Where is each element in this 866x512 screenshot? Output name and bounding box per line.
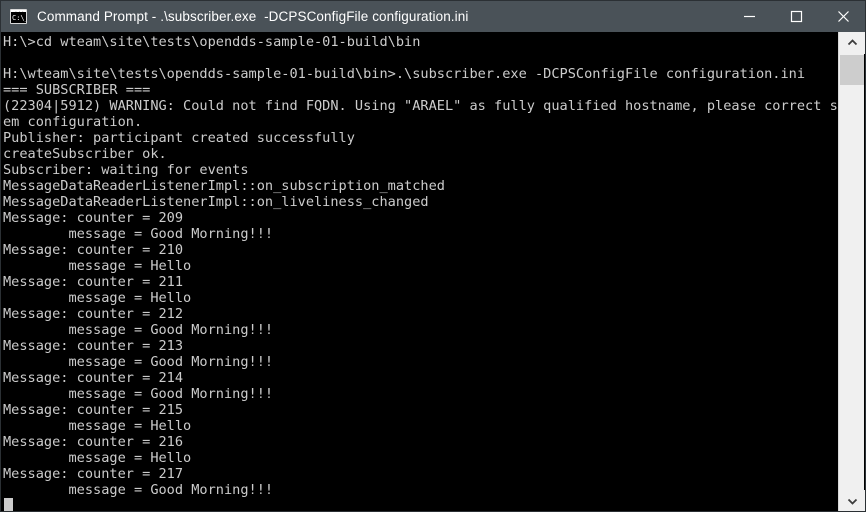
- scroll-down-arrow-icon[interactable]: [839, 490, 865, 511]
- scroll-up-arrow-icon[interactable]: [839, 32, 865, 54]
- vertical-scrollbar[interactable]: [838, 32, 865, 511]
- cmd-icon-screen: C:\_: [11, 13, 26, 23]
- terminal-output-area[interactable]: H:\>cd wteam\site\tests\opendds-sample-0…: [2, 32, 840, 511]
- window-controls: [726, 1, 865, 32]
- text-cursor: [4, 498, 13, 511]
- console-text: H:\>cd wteam\site\tests\opendds-sample-0…: [3, 34, 840, 498]
- close-button[interactable]: [820, 1, 865, 32]
- title-bar[interactable]: ··· C:\_ Command Prompt - .\subscriber.e…: [1, 1, 865, 32]
- maximize-button[interactable]: [773, 1, 820, 32]
- minimize-button[interactable]: [726, 1, 773, 32]
- cmd-icon: ··· C:\_: [10, 9, 27, 24]
- window-title: Command Prompt - .\subscriber.exe -DCPSC…: [37, 9, 469, 24]
- scrollbar-thumb[interactable]: [840, 55, 864, 85]
- command-prompt-window: ··· C:\_ Command Prompt - .\subscriber.e…: [0, 0, 866, 512]
